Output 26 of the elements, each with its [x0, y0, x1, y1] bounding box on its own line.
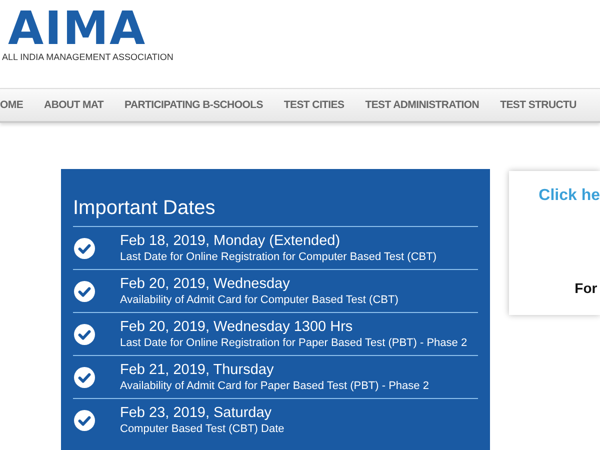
nav-link[interactable]: TEST CITIES	[284, 99, 344, 111]
logo-subtitle: ALL INDIA MANAGEMENT ASSOCIATION	[2, 52, 174, 62]
date-description: Last Date for Online Registration for Computer Based Test (CBT)	[120, 250, 436, 264]
check-circle-icon	[74, 366, 95, 388]
nav-link[interactable]: OME	[0, 99, 24, 111]
date-text: Feb 23, 2019, Saturday	[120, 404, 272, 422]
card-text: For	[574, 280, 598, 296]
date-description: Last Date for Online Registration for Paper Based Test (PBT) - Phase 2	[120, 336, 468, 350]
date-description: Availability of Admit Card for Paper Based Test (PBT) - Phase 2	[120, 378, 429, 394]
date-description: Computer Based Test (CBT) Date	[120, 422, 284, 436]
check-circle-icon	[74, 410, 95, 430]
logo-title: AIMA	[8, 6, 146, 50]
date-text: Feb 20, 2019, Wednesday	[120, 274, 290, 292]
date-text: Feb 20, 2019, Wednesday 1300 Hrs	[120, 318, 353, 336]
date-description: Availability of Admit Card for Computer Based Test (CBT)	[120, 292, 398, 308]
date-text: Feb 18, 2019, Monday (Extended)	[120, 232, 340, 250]
check-circle-icon	[74, 238, 95, 258]
panel-title: Important Dates	[73, 197, 216, 221]
nav-link[interactable]: TEST STRUCTU	[500, 99, 576, 111]
nav-link[interactable]: ABOUT MAT	[44, 99, 104, 111]
date-text: Feb 21, 2019, Thursday	[120, 360, 274, 378]
nav-link[interactable]: TEST ADMINISTRATION	[365, 99, 480, 111]
check-circle-icon	[74, 280, 95, 302]
nav-link[interactable]: PARTICIPATING B-SCHOOLS	[124, 99, 263, 111]
card-link[interactable]: Click he	[538, 187, 600, 205]
check-circle-icon	[74, 324, 95, 344]
